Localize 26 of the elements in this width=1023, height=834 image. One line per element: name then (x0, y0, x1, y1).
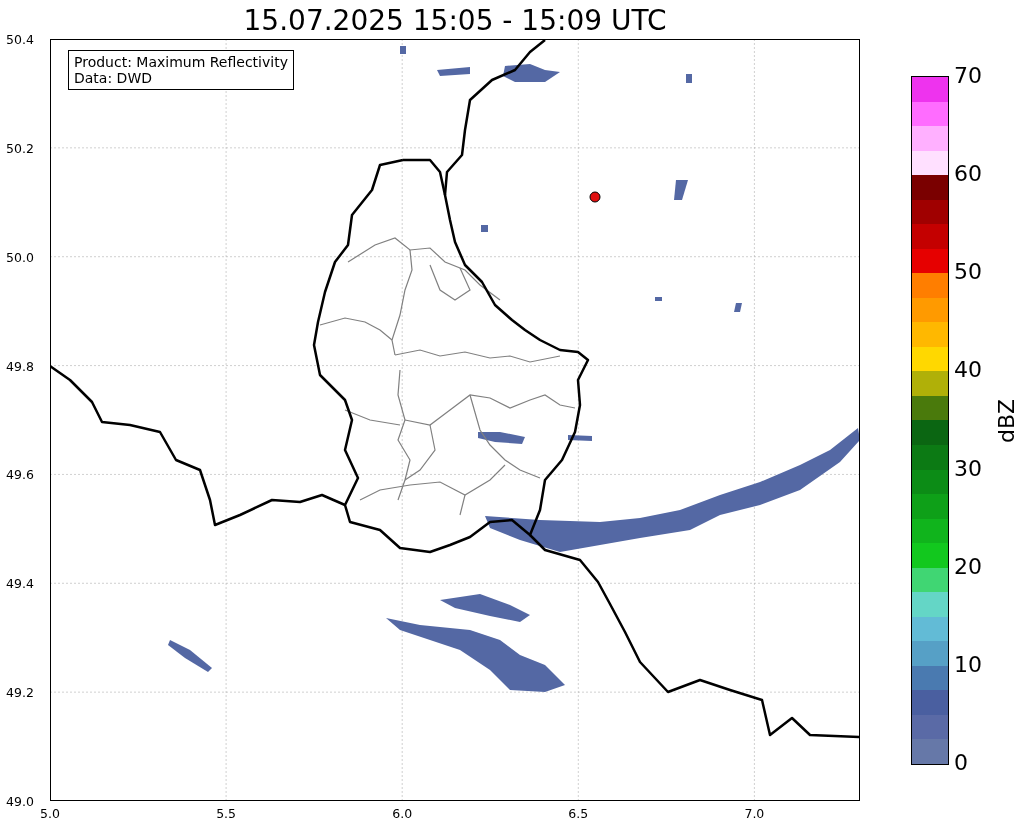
colorbar-tick-label: 20 (954, 553, 982, 580)
y-tick-label: 49.4 (6, 575, 34, 591)
x-tick-label: 7.0 (744, 806, 765, 821)
colorbar-tick-label: 60 (954, 161, 982, 188)
y-tick-label: 49.2 (6, 684, 34, 700)
chart-title: 15.07.2025 15:05 - 15:09 UTC (242, 4, 668, 38)
y-tick-label: 49.6 (6, 466, 34, 482)
y-tick-label: 50.4 (6, 31, 34, 47)
location-marker (589, 191, 601, 203)
colorbar-tick-label: 70 (954, 63, 982, 89)
info-text: Product: Maximum Reflectivity (74, 54, 288, 70)
x-tick-label: 6.0 (392, 806, 413, 821)
y-tick-label: 50.0 (6, 249, 34, 265)
x-tick-label: 5.5 (216, 806, 237, 821)
x-tick-label: 6.5 (568, 806, 589, 821)
colorbar-label: dBZ (994, 398, 1021, 444)
x-tick-label: 5.0 (40, 806, 60, 821)
colorbar-tick-label: 10 (954, 651, 982, 678)
info-text: Data: DWD (74, 70, 153, 86)
y-tick-label: 49.0 (6, 793, 34, 809)
colorbar-tick-label: 0 (954, 750, 968, 776)
y-tick-label: 50.2 (6, 140, 34, 156)
colorbar-tick-label: 30 (954, 455, 982, 482)
colorbar-tick-label: 40 (954, 357, 982, 384)
colorbar-tick-label: 50 (954, 259, 982, 286)
y-tick-label: 49.8 (6, 358, 34, 374)
